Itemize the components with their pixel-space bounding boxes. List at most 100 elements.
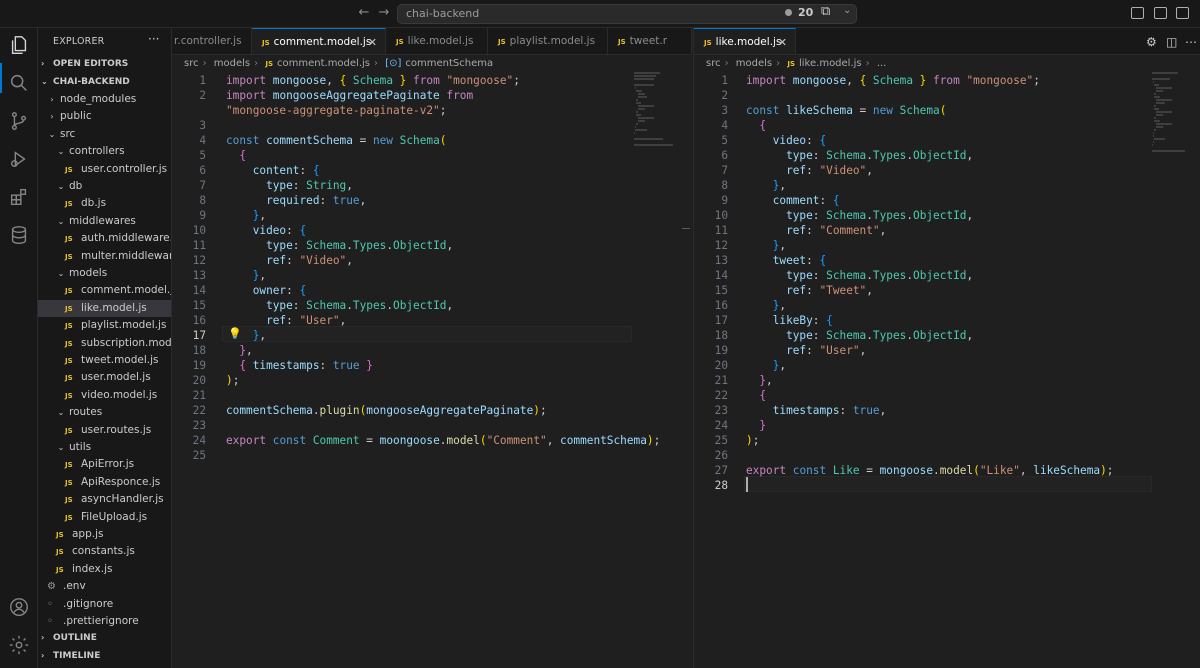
tree-file[interactable]: JS asyncHandler.js	[38, 491, 171, 508]
breadcrumb-item[interactable]: like.model.js	[799, 58, 862, 69]
tree-file[interactable]: JS constants.js	[38, 543, 171, 560]
tree-file[interactable]: JS like.model.js	[38, 299, 171, 318]
tree-file[interactable]: JS auth.middleware.js	[38, 230, 171, 247]
code-token: ;	[653, 434, 661, 447]
breadcrumb-item[interactable]: models	[736, 58, 772, 69]
timeline-section[interactable]: › TIMELINE	[38, 647, 171, 664]
tree-folder[interactable]: ⌄ db	[38, 178, 171, 195]
tree-file[interactable]: JS user.controller.js	[38, 161, 171, 178]
toggle-sidebar-icon[interactable]	[1154, 7, 1167, 19]
copilot-icon[interactable]: ⚙	[1146, 35, 1157, 49]
breadcrumb-item[interactable]: commentSchema	[405, 58, 493, 69]
line-number: 15	[714, 284, 728, 297]
toggle-panel-layout-icon[interactable]	[1131, 7, 1144, 19]
tab-user-controller[interactable]: r.controller.js	[172, 28, 252, 54]
tree-file[interactable]: JS video.model.js	[38, 387, 171, 404]
tree-folder[interactable]: ⌄ src	[38, 126, 171, 143]
tab-like-model[interactable]: JS like.model.js	[386, 28, 488, 54]
breadcrumb-item[interactable]: comment.model.js	[277, 58, 370, 69]
tree-file[interactable]: JS subscription.model.js	[38, 335, 171, 352]
code-line: 2	[694, 88, 1164, 103]
tree-file[interactable]: ◦ .gitignore	[38, 596, 171, 613]
source-control-icon[interactable]	[8, 110, 30, 132]
account-icon[interactable]	[8, 596, 30, 618]
code-token: .	[346, 239, 353, 252]
tree-folder[interactable]: ⌄ middlewares	[38, 213, 171, 230]
back-arrow-icon[interactable]: ←	[356, 5, 372, 21]
code-text: const commentSchema = new Schema(	[226, 133, 446, 148]
chevron-down-icon[interactable]: ⌄	[843, 5, 851, 16]
breadcrumb-item[interactable]: src	[706, 58, 721, 69]
more-actions-icon[interactable]: ⋯	[1185, 35, 1197, 49]
minimap-line	[634, 75, 657, 77]
tree-file[interactable]: JS user.routes.js	[38, 422, 171, 439]
extensions-icon[interactable]	[8, 186, 30, 208]
outline-section[interactable]: › OUTLINE	[38, 629, 171, 646]
code-line: 22 commentSchema.plugin(mongooseAggregate…	[172, 403, 642, 418]
minimap[interactable]	[634, 72, 682, 182]
code-text: video: {	[746, 133, 826, 148]
code-token: }	[913, 74, 927, 87]
code-line: 7 type: String,	[172, 178, 642, 193]
code-token: type	[266, 299, 293, 312]
scrollbar-marker[interactable]	[682, 228, 690, 229]
explorer-icon[interactable]	[8, 34, 30, 56]
tree-file[interactable]: JS FileUpload.js	[38, 509, 171, 526]
tree-file[interactable]: ⚙ .env	[38, 578, 171, 595]
tab-comment-model[interactable]: JS comment.model.js ✕	[252, 28, 386, 54]
tree-item-label: playlist.model.js	[81, 319, 167, 332]
project-section[interactable]: ⌄ CHAI-BACKEND	[38, 73, 171, 90]
tab-playlist-model[interactable]: JS playlist.model.js	[488, 28, 608, 54]
tree-file[interactable]: JS comment.model.js	[38, 282, 171, 299]
explorer-sidebar: EXPLORER ··· › OPEN EDITORS ⌄ CHAI-BACKEND…	[38, 28, 172, 668]
open-editors-section[interactable]: › OPEN EDITORS	[38, 55, 171, 72]
code-token: mongooseAggregatePaginate	[272, 89, 440, 102]
close-icon[interactable]: ✕	[778, 29, 787, 54]
close-icon[interactable]: ✕	[368, 29, 377, 54]
code-text: export const Like = mongoose.model("Like…	[746, 463, 1113, 478]
tree-folder[interactable]: › public	[38, 108, 171, 125]
tree-file[interactable]: JS index.js	[38, 561, 171, 578]
tree-file[interactable]: JS tweet.model.js	[38, 352, 171, 369]
minimap-line	[1152, 144, 1154, 146]
tree-folder[interactable]: ⌄ routes	[38, 404, 171, 421]
tree-file[interactable]: JS multer.middleware.js	[38, 248, 171, 265]
breadcrumb-item[interactable]: ...	[877, 58, 887, 69]
tree-file[interactable]: JS db.js	[38, 195, 171, 212]
forward-arrow-icon[interactable]: →	[376, 5, 392, 21]
tab-like-model-active[interactable]: JS like.model.js ✕	[694, 28, 796, 54]
search-icon[interactable]	[8, 72, 30, 94]
tab-tweet-model[interactable]: JS tweet.r	[608, 28, 692, 54]
minimap[interactable]	[1152, 72, 1200, 182]
line-number: 17	[192, 329, 206, 342]
split-editor-icon[interactable]: ◫	[1166, 35, 1177, 49]
more-actions-icon[interactable]: ···	[148, 32, 159, 46]
tab-label: playlist.model.js	[509, 35, 596, 47]
tree-file[interactable]: ◦ .prettierignore	[38, 613, 171, 630]
lightbulb-icon[interactable]: 💡	[228, 327, 242, 340]
tree-file[interactable]: JS app.js	[38, 526, 171, 543]
tree-folder[interactable]: › node_modules	[38, 91, 171, 108]
toggle-secondary-sidebar-icon[interactable]	[1176, 7, 1189, 19]
tree-folder[interactable]: ⌄ utils	[38, 439, 171, 456]
database-icon[interactable]	[8, 224, 30, 246]
timeline-label: TIMELINE	[53, 651, 101, 661]
minimap-line	[1155, 126, 1163, 128]
tree-folder[interactable]: ⌄ controllers	[38, 143, 171, 160]
code-text: );	[226, 373, 239, 388]
breadcrumb-item[interactable]: src	[184, 58, 199, 69]
minimap-line	[1153, 141, 1154, 143]
line-number: 18	[192, 344, 206, 357]
tree-file[interactable]: JS user.model.js	[38, 369, 171, 386]
settings-gear-icon[interactable]	[8, 634, 30, 656]
tree-item-label: video.model.js	[81, 388, 158, 401]
tree-file[interactable]: JS ApiResponce.js	[38, 474, 171, 491]
tree-folder[interactable]: ⌄ models	[38, 265, 171, 282]
copilot-chat-icon[interactable]: ⧉	[821, 4, 830, 19]
tree-file[interactable]: JS playlist.model.js	[38, 317, 171, 334]
js-file-icon: JS	[65, 165, 73, 174]
run-debug-icon[interactable]	[8, 148, 30, 170]
breadcrumb-item[interactable]: models	[214, 58, 250, 69]
tree-file[interactable]: JS ApiError.js	[38, 456, 171, 473]
